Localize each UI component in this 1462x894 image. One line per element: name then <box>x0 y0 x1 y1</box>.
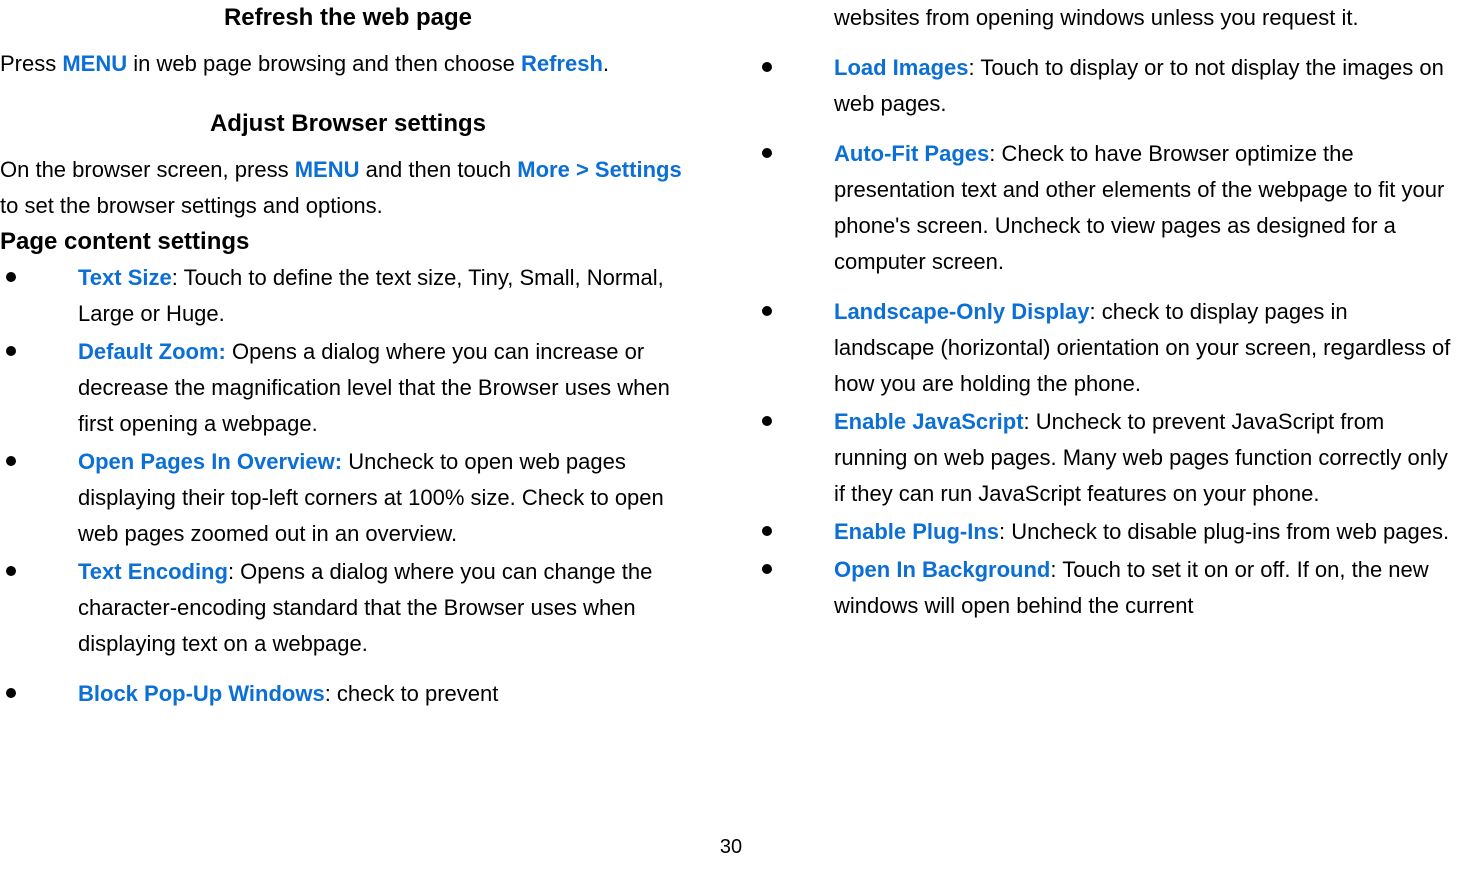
subhead-page-content: Page content settings <box>0 228 696 256</box>
bullet-icon <box>6 272 16 282</box>
bullet-icon <box>762 564 772 574</box>
page-container: Refresh the web page Press MENU in web p… <box>0 0 1462 830</box>
bullet-icon <box>762 416 772 426</box>
item-text: Open Pages In Overview: Uncheck to open … <box>78 444 696 552</box>
item-label: Text Encoding <box>78 559 228 584</box>
bullet-icon <box>6 566 16 576</box>
item-text: Open In Background: Touch to set it on o… <box>834 552 1452 624</box>
sep: : <box>999 519 1011 544</box>
hl-refresh: Refresh <box>521 51 603 76</box>
text: On the browser screen, press <box>0 157 295 182</box>
item-text: Load Images: Touch to display or to not … <box>834 50 1452 122</box>
list-item: Open In Background: Touch to set it on o… <box>756 552 1452 624</box>
list-item: Text Encoding: Opens a dialog where you … <box>0 554 696 662</box>
left-column: Refresh the web page Press MENU in web p… <box>0 0 726 830</box>
list-item: Open Pages In Overview: Uncheck to open … <box>0 444 696 552</box>
text: to set the browser settings and options. <box>0 193 383 218</box>
text: . <box>603 51 609 76</box>
hl-menu: MENU <box>295 157 360 182</box>
left-bullet-list: Text Size: Touch to define the text size… <box>0 260 696 712</box>
adjust-paragraph: On the browser screen, press MENU and th… <box>0 152 696 224</box>
sep: : <box>228 559 240 584</box>
item-label: Enable Plug-Ins <box>834 519 999 544</box>
sep: : <box>1024 409 1036 434</box>
sep: : <box>1090 299 1102 324</box>
bullet-icon <box>762 306 772 316</box>
item-desc: check to prevent <box>337 681 498 706</box>
list-item: Landscape-Only Display: check to display… <box>756 294 1452 402</box>
item-label: Open Pages In Overview: <box>78 449 342 474</box>
item-text: Enable Plug-Ins: Uncheck to disable plug… <box>834 514 1452 550</box>
item-label: Open In Background <box>834 557 1050 582</box>
bullet-icon <box>6 346 16 356</box>
item-label: Auto-Fit Pages <box>834 141 989 166</box>
list-item: Block Pop-Up Windows: check to prevent <box>0 676 696 712</box>
list-item: Enable JavaScript: Uncheck to prevent Ja… <box>756 404 1452 512</box>
item-label: Text Size <box>78 265 172 290</box>
list-item: Enable Plug-Ins: Uncheck to disable plug… <box>756 514 1452 550</box>
item-text: Enable JavaScript: Uncheck to prevent Ja… <box>834 404 1452 512</box>
item-label: Default Zoom: <box>78 339 226 364</box>
heading-adjust: Adjust Browser settings <box>0 110 696 138</box>
sep: : <box>968 55 980 80</box>
item-label: Landscape-Only Display <box>834 299 1090 324</box>
sep: : <box>989 141 1001 166</box>
bullet-icon <box>6 456 16 466</box>
item-label: Enable JavaScript <box>834 409 1024 434</box>
item-text: Text Size: Touch to define the text size… <box>78 260 696 332</box>
continuation-text: websites from opening windows unless you… <box>756 0 1452 36</box>
text: Press <box>0 51 62 76</box>
text: in web page browsing and then choose <box>127 51 521 76</box>
page-number: 30 <box>0 830 1462 859</box>
hl-more-settings: More > Settings <box>517 157 681 182</box>
right-column: websites from opening windows unless you… <box>726 0 1462 830</box>
item-text: Default Zoom: Opens a dialog where you c… <box>78 334 696 442</box>
bullet-icon <box>762 62 772 72</box>
item-text: Auto-Fit Pages: Check to have Browser op… <box>834 136 1452 280</box>
item-desc: Uncheck to disable plug-ins from web pag… <box>1011 519 1449 544</box>
item-text: Text Encoding: Opens a dialog where you … <box>78 554 696 662</box>
text: and then touch <box>359 157 517 182</box>
item-label: Block Pop-Up Windows <box>78 681 325 706</box>
refresh-paragraph: Press MENU in web page browsing and then… <box>0 46 696 82</box>
item-text: Block Pop-Up Windows: check to prevent <box>78 676 696 712</box>
item-label: Load Images <box>834 55 968 80</box>
bullet-icon <box>6 688 16 698</box>
heading-refresh: Refresh the web page <box>0 4 696 32</box>
sep: : <box>325 681 337 706</box>
item-text: Landscape-Only Display: check to display… <box>834 294 1452 402</box>
bullet-icon <box>762 148 772 158</box>
list-item: Text Size: Touch to define the text size… <box>0 260 696 332</box>
sep: : <box>1050 557 1062 582</box>
list-item: Default Zoom: Opens a dialog where you c… <box>0 334 696 442</box>
hl-menu: MENU <box>62 51 127 76</box>
list-item: Auto-Fit Pages: Check to have Browser op… <box>756 136 1452 280</box>
bullet-icon <box>762 526 772 536</box>
right-bullet-list: Load Images: Touch to display or to not … <box>756 50 1452 624</box>
sep: : <box>172 265 184 290</box>
list-item: Load Images: Touch to display or to not … <box>756 50 1452 122</box>
